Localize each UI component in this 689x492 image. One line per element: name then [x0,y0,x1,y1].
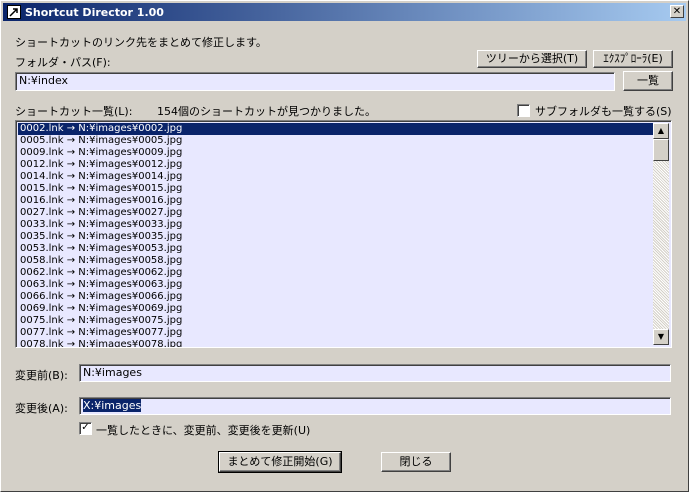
list-item[interactable]: 0002.lnk → N:¥images¥0002.jpg [18,123,654,135]
after-input[interactable]: X:¥images [79,397,671,415]
start-fix-button[interactable]: まとめて修正開始(G) [218,451,342,473]
update-checkbox[interactable]: ✓ [79,422,92,435]
tree-select-button[interactable]: ツリーから選択(T) [477,50,587,68]
close-button[interactable]: 閉じる [381,452,451,472]
list-item[interactable]: 0069.lnk → N:¥images¥0069.jpg [18,303,654,315]
scroll-thumb[interactable] [653,139,669,161]
after-label: 変更後(A): [15,402,68,415]
list-item[interactable]: 0035.lnk → N:¥images¥0035.jpg [18,231,654,243]
list-button[interactable]: 一覧 [623,71,673,91]
list-item[interactable]: 0033.lnk → N:¥images¥0033.jpg [18,219,654,231]
after-value: X:¥images [83,399,142,412]
list-item[interactable]: 0078.lnk → N:¥images¥0078.jpg [18,339,654,347]
before-input[interactable]: N:¥images [79,364,671,382]
main-window: Shortcut Director 1.00 ✕ ショートカットのリンク先をまと… [0,0,689,492]
before-value: N:¥images [83,366,142,379]
subfolder-checkbox[interactable] [517,104,530,117]
description-text: ショートカットのリンク先をまとめて修正します。 [15,36,267,49]
list-item[interactable]: 0014.lnk → N:¥images¥0014.jpg [18,171,654,183]
checkmark-icon: ✓ [81,422,90,433]
arrow-up-icon: ▲ [657,126,665,135]
shortcut-arrow-icon [7,5,21,19]
list-item[interactable]: 0075.lnk → N:¥images¥0075.jpg [18,315,654,327]
list-item[interactable]: 0016.lnk → N:¥images¥0016.jpg [18,195,654,207]
list-item[interactable]: 0058.lnk → N:¥images¥0058.jpg [18,255,654,267]
update-option-label[interactable]: 一覧したときに、変更前、変更後を更新(U) [96,422,310,438]
list-scrollbar[interactable]: ▲ ▼ [653,123,669,345]
subfolder-label[interactable]: サブフォルダも一覧する(S) [535,103,672,119]
list-item[interactable]: 0012.lnk → N:¥images¥0012.jpg [18,159,654,171]
list-item[interactable]: 0062.lnk → N:¥images¥0062.jpg [18,267,654,279]
shortcut-listbox[interactable]: 0002.lnk → N:¥images¥0002.jpg 0005.lnk → … [15,120,672,348]
scroll-up-button[interactable]: ▲ [653,123,669,139]
list-item[interactable]: 0015.lnk → N:¥images¥0015.jpg [18,183,654,195]
list-item[interactable]: 0027.lnk → N:¥images¥0027.jpg [18,207,654,219]
list-item[interactable]: 0066.lnk → N:¥images¥0066.jpg [18,291,654,303]
before-label: 変更前(B): [15,369,68,382]
folder-path-input[interactable]: N:¥index [15,72,615,91]
list-item[interactable]: 0053.lnk → N:¥images¥0053.jpg [18,243,654,255]
explorer-button[interactable]: ｴｸｽﾌﾟﾛｰﾗ(E) [593,50,673,68]
shortcut-count-text: 154個のショートカットが見つかりました。 [157,105,376,118]
close-icon: ✕ [672,6,682,17]
folder-path-value: N:¥index [19,74,69,87]
list-item[interactable]: 0005.lnk → N:¥images¥0005.jpg [18,135,654,147]
list-item[interactable]: 0063.lnk → N:¥images¥0063.jpg [18,279,654,291]
list-item[interactable]: 0009.lnk → N:¥images¥0009.jpg [18,147,654,159]
list-item[interactable]: 0077.lnk → N:¥images¥0077.jpg [18,327,654,339]
shortcut-list-items: 0002.lnk → N:¥images¥0002.jpg 0005.lnk → … [18,123,654,347]
title-bar[interactable]: Shortcut Director 1.00 ✕ [3,3,686,21]
close-window-button[interactable]: ✕ [670,5,684,18]
shortcut-list-label: ショートカット一覧(L): [15,105,133,118]
folder-path-label: フォルダ・パス(F): [15,56,111,69]
arrow-down-icon: ▼ [657,332,665,341]
scroll-down-button[interactable]: ▼ [653,329,669,345]
window-title: Shortcut Director 1.00 [25,5,164,19]
